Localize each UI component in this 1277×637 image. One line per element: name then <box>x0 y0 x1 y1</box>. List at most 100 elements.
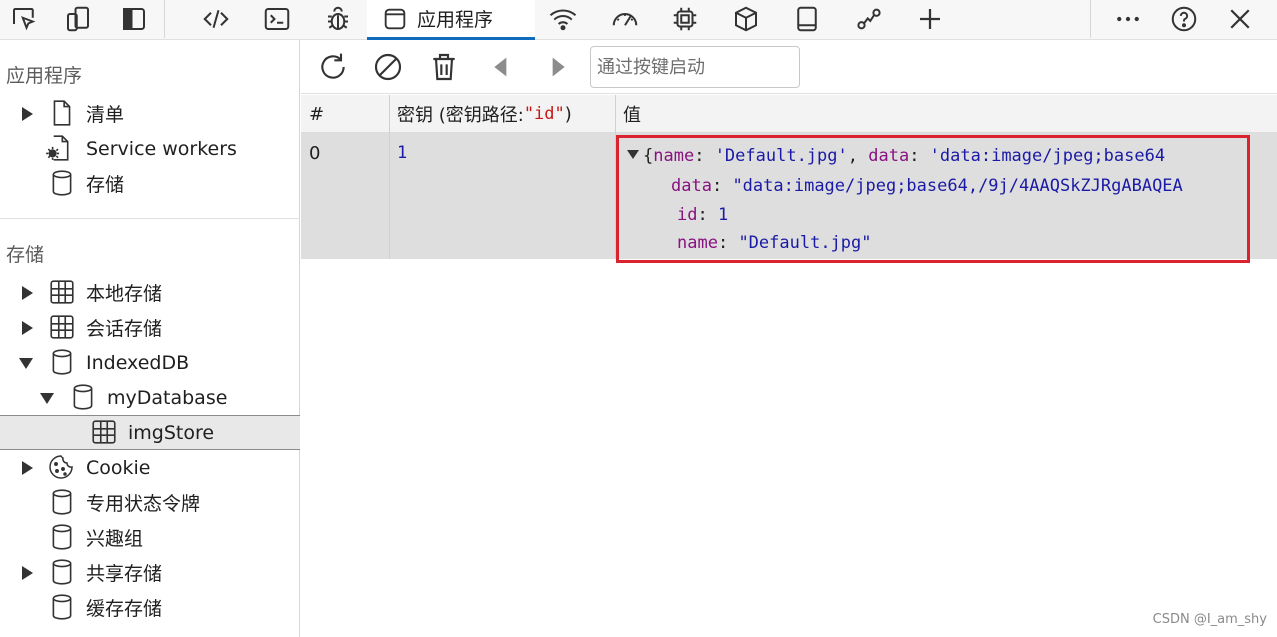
devtools-toolbar: 应用程序 <box>0 0 1277 40</box>
sidebar-item-label: 共享存储 <box>86 563 163 585</box>
database-icon <box>49 523 75 551</box>
network-icon[interactable] <box>543 0 583 38</box>
value-prop-id: id: 1 <box>677 205 729 225</box>
watermark: CSDN @I_am_shy <box>1152 612 1267 627</box>
block-icon <box>374 53 402 81</box>
sources-icon[interactable] <box>787 0 827 38</box>
column-divider[interactable] <box>389 95 390 259</box>
object-store-view: # 密钥 (密钥路径: "id") 值 0 1 {name: 'Default.… <box>301 40 1277 637</box>
table-row[interactable]: 0 1 {name: 'Default.jpg', data: 'data:im… <box>301 133 1277 263</box>
performance-icon[interactable] <box>605 0 645 38</box>
trash-icon <box>433 53 455 81</box>
previous-page-button[interactable] <box>483 49 519 85</box>
sidebar-item-storage-overview[interactable]: 存储 <box>0 166 300 201</box>
delete-selected-button[interactable] <box>426 49 462 85</box>
more-icon[interactable] <box>1108 0 1148 38</box>
database-icon <box>49 593 75 621</box>
sidebar-item-session-storage[interactable]: 会话存储 <box>0 310 300 345</box>
application-sidebar: 应用程序 清单 Service workers 存储 存储 本地存储 会话存储 <box>0 40 300 637</box>
expand-arrow-icon[interactable] <box>22 461 33 475</box>
connections-icon[interactable] <box>849 0 889 38</box>
next-page-button[interactable] <box>540 49 576 85</box>
grid-icon <box>91 418 117 446</box>
sidebar-item-label: 专用状态令牌 <box>86 493 201 515</box>
value-prop-name: name: "Default.jpg" <box>677 233 872 253</box>
help-icon[interactable] <box>1164 0 1204 38</box>
sidebar-item-label: Service workers <box>86 137 237 160</box>
cell-value-highlighted[interactable]: {name: 'Default.jpg', data: 'data:image/… <box>616 135 1250 263</box>
sidebar-item-local-storage[interactable]: 本地存储 <box>0 275 300 310</box>
sidebar-item-label: myDatabase <box>107 386 228 409</box>
expand-arrow-icon[interactable] <box>22 566 33 580</box>
object-store-toolbar <box>301 40 1277 94</box>
column-header-key[interactable]: 密钥 (密钥路径: "id") <box>389 95 615 133</box>
document-icon <box>49 99 75 127</box>
expand-arrow-icon[interactable] <box>22 321 33 335</box>
device-emulation-icon[interactable] <box>58 0 98 38</box>
elements-icon[interactable] <box>196 0 236 38</box>
sidebar-item-service-workers[interactable]: Service workers <box>0 131 300 166</box>
sidebar-item-cookie[interactable]: Cookie <box>0 450 300 485</box>
sidebar-item-manifest[interactable]: 清单 <box>0 96 300 131</box>
section-divider <box>0 218 300 219</box>
triangle-left-icon <box>494 57 507 77</box>
section-title-application: 应用程序 <box>6 65 83 87</box>
cell-index: 0 <box>309 143 321 164</box>
toolbar-divider <box>164 0 165 38</box>
cell-key: 1 <box>397 143 408 163</box>
triangle-right-icon <box>552 57 565 77</box>
modules-icon[interactable] <box>726 0 766 38</box>
column-header-index[interactable]: # <box>301 95 389 133</box>
database-icon <box>49 348 75 376</box>
application-icon <box>384 8 406 29</box>
sidebar-item-label: imgStore <box>128 421 215 444</box>
sidebar-item-label: IndexedDB <box>86 351 190 374</box>
sidebar-item-cache-storage[interactable]: 缓存存储 <box>0 590 300 625</box>
grid-icon <box>49 278 75 306</box>
sidebar-item-indexeddb[interactable]: IndexedDB <box>0 345 300 380</box>
sidebar-item-label: 兴趣组 <box>86 528 144 550</box>
debugger-icon[interactable] <box>318 0 358 38</box>
tab-application[interactable]: 应用程序 <box>367 0 535 40</box>
expand-arrow-icon[interactable] <box>22 286 33 300</box>
sidebar-item-mydatabase[interactable]: myDatabase <box>0 380 300 415</box>
value-prop-data: data: "data:image/jpeg;base64,/9j/4AAQSk… <box>671 176 1183 196</box>
sidebar-item-label: 缓存存储 <box>86 598 163 620</box>
tab-application-label: 应用程序 <box>417 9 494 31</box>
close-icon[interactable] <box>1220 0 1260 38</box>
clear-store-button[interactable] <box>370 49 406 85</box>
collapse-arrow-icon[interactable] <box>627 150 639 159</box>
sidebar-item-shared-storage[interactable]: 共享存储 <box>0 555 300 590</box>
sidebar-item-private-state-tokens[interactable]: 专用状态令牌 <box>0 485 300 520</box>
collapse-arrow-icon[interactable] <box>19 358 33 369</box>
dock-icon[interactable] <box>114 0 154 38</box>
section-title-storage: 存储 <box>6 244 45 266</box>
refresh-button[interactable] <box>315 49 351 85</box>
data-grid-header: # 密钥 (密钥路径: "id") 值 <box>301 95 1277 133</box>
memory-icon[interactable] <box>665 0 705 38</box>
database-icon <box>49 558 75 586</box>
sidebar-item-interest-groups[interactable]: 兴趣组 <box>0 520 300 555</box>
key-path-text: "id" <box>523 104 565 124</box>
database-icon <box>49 169 75 197</box>
database-icon <box>49 488 75 516</box>
column-divider[interactable] <box>615 95 616 259</box>
inspect-icon[interactable] <box>4 0 44 38</box>
console-icon[interactable] <box>257 0 297 38</box>
collapse-arrow-icon[interactable] <box>40 393 54 404</box>
database-icon <box>70 383 96 411</box>
add-tool-icon[interactable] <box>910 0 950 38</box>
grid-icon <box>49 313 75 341</box>
toolbar-divider <box>1090 0 1091 38</box>
expand-arrow-icon[interactable] <box>22 107 33 121</box>
sidebar-item-imgstore[interactable]: imgStore <box>0 415 300 450</box>
sidebar-item-label: 清单 <box>86 104 125 126</box>
sidebar-item-label: 本地存储 <box>86 283 163 305</box>
key-header-prefix: 密钥 (密钥路径: <box>397 105 524 126</box>
value-summary-line[interactable]: {name: 'Default.jpg', data: 'data:image/… <box>627 146 1165 166</box>
cookie-icon <box>48 453 74 481</box>
refresh-icon <box>321 53 345 79</box>
start-from-key-input[interactable] <box>590 46 800 88</box>
key-header-suffix: ) <box>564 103 572 125</box>
column-header-value[interactable]: 值 <box>615 95 1277 133</box>
